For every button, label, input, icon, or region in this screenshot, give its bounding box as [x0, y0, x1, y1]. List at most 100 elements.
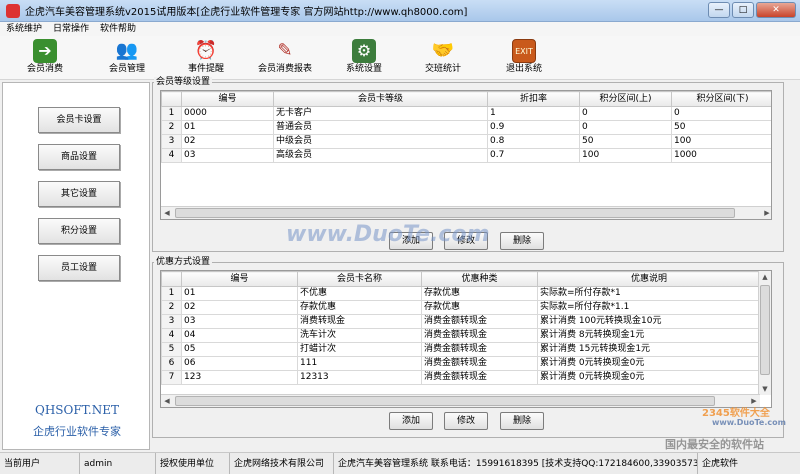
cell[interactable]: 03 [181, 148, 274, 163]
minimize-button[interactable]: — [708, 2, 730, 18]
scroll-down-icon[interactable]: ▼ [759, 383, 771, 395]
table-row[interactable]: 4 04 洗车计次 消费金额转现金 累计消费 8元转换现金1元 [161, 328, 761, 343]
table-row[interactable]: 6 06 111 消费金额转现金 累计消费 0元转换现金0元 [161, 356, 761, 371]
cell[interactable]: 存款优惠 [297, 300, 422, 315]
toolbar-exit[interactable]: EXIT 退出系统 [491, 39, 557, 79]
col-header[interactable]: 折扣率 [487, 91, 580, 107]
other-settings-button[interactable]: 其它设置 [38, 181, 120, 207]
toolbar-system-settings[interactable]: ⚙ 系统设置 [331, 39, 397, 79]
cell[interactable]: 02 [181, 134, 274, 149]
cell[interactable]: 01 [181, 286, 298, 301]
cell[interactable]: 实际款=所付存款*1.1 [537, 300, 761, 315]
cell[interactable]: 消费金额转现金 [421, 342, 538, 357]
cell[interactable]: 累计消费 15元转换现金1元 [537, 342, 761, 357]
toolbar-member-consume[interactable]: ➔ 会员消费 [12, 39, 78, 79]
scroll-up-icon[interactable]: ▲ [759, 271, 771, 283]
product-settings-button[interactable]: 商品设置 [38, 144, 120, 170]
close-button[interactable]: ✕ [756, 2, 796, 18]
toolbar-consume-report[interactable]: ✎ 会员消费报表 [252, 39, 318, 79]
toolbar-shift-stats[interactable]: 🤝 交班统计 [410, 39, 476, 79]
cell[interactable]: 存款优惠 [421, 300, 538, 315]
cell[interactable]: 12313 [297, 370, 422, 385]
cell[interactable]: 0.7 [487, 148, 580, 163]
cell[interactable]: 0 [579, 120, 672, 135]
cell[interactable]: 05 [181, 342, 298, 357]
discount-edit-button[interactable]: 修改 [444, 412, 488, 430]
col-header[interactable]: 会员卡名称 [297, 271, 422, 287]
cell[interactable]: 消费转现金 [297, 314, 422, 329]
table-row[interactable]: 7 123 12313 消费金额转现金 累计消费 0元转换现金0元 [161, 370, 761, 385]
col-header[interactable]: 优惠说明 [537, 271, 761, 287]
scroll-thumb[interactable] [175, 208, 735, 218]
cell[interactable]: 打蜡计次 [297, 342, 422, 357]
cell[interactable]: 0 [671, 106, 771, 121]
cell[interactable]: 存款优惠 [421, 286, 538, 301]
maximize-button[interactable]: □ [732, 2, 754, 18]
menu-help[interactable]: 软件帮助 [94, 22, 141, 36]
cell[interactable]: 0.9 [487, 120, 580, 135]
cell[interactable]: 高级会员 [273, 148, 488, 163]
toolbar-member-manage[interactable]: 👥 会员管理 [94, 39, 160, 79]
cell[interactable]: 消费金额转现金 [421, 370, 538, 385]
cell[interactable]: 111 [297, 356, 422, 371]
col-header[interactable]: 积分区间(上) [579, 91, 672, 107]
cell[interactable]: 100 [671, 134, 771, 149]
points-settings-button[interactable]: 积分设置 [38, 218, 120, 244]
col-header[interactable]: 优惠种类 [421, 271, 538, 287]
cell[interactable]: 洗车计次 [297, 328, 422, 343]
cell[interactable]: 06 [181, 356, 298, 371]
cell[interactable]: 01 [181, 120, 274, 135]
staff-settings-button[interactable]: 员工设置 [38, 255, 120, 281]
col-header[interactable]: 编号 [181, 91, 274, 107]
cell[interactable]: 04 [181, 328, 298, 343]
table-row[interactable]: 5 05 打蜡计次 消费金额转现金 累计消费 15元转换现金1元 [161, 342, 761, 357]
cell[interactable]: 中级会员 [273, 134, 488, 149]
cell[interactable]: 02 [181, 300, 298, 315]
col-header[interactable]: 编号 [181, 271, 298, 287]
table-row[interactable]: 1 0000 无卡客户 1 0 0 [161, 106, 771, 121]
col-header[interactable]: 积分区间(下) [671, 91, 771, 107]
discounts-grid[interactable]: 编号 会员卡名称 优惠种类 优惠说明 1 01 不优惠 存款优惠 实际款=所付存… [160, 270, 772, 408]
cell[interactable]: 0 [579, 106, 672, 121]
cell[interactable]: 累计消费 0元转换现金0元 [537, 356, 761, 371]
cell[interactable]: 消费金额转现金 [421, 328, 538, 343]
cell[interactable]: 100 [579, 148, 672, 163]
table-row[interactable]: 2 02 存款优惠 存款优惠 实际款=所付存款*1.1 [161, 300, 761, 315]
vertical-scrollbar[interactable]: ▲ ▼ [758, 271, 771, 395]
cell[interactable]: 累计消费 8元转换现金1元 [537, 328, 761, 343]
cell[interactable]: 消费金额转现金 [421, 314, 538, 329]
scroll-left-icon[interactable]: ◀ [161, 207, 173, 219]
scroll-right-icon[interactable]: ▶ [761, 207, 771, 219]
horizontal-scrollbar[interactable]: ◀ ▶ [161, 394, 760, 407]
table-row[interactable]: 4 03 高级会员 0.7 100 1000 [161, 148, 771, 163]
discount-delete-button[interactable]: 删除 [500, 412, 544, 430]
cell[interactable]: 1000 [671, 148, 771, 163]
cell[interactable]: 实际款=所付存款*1 [537, 286, 761, 301]
level-delete-button[interactable]: 删除 [500, 232, 544, 250]
menu-system[interactable]: 系统维护 [0, 22, 47, 36]
cell[interactable]: 50 [671, 120, 771, 135]
table-row[interactable]: 2 01 普通会员 0.9 0 50 [161, 120, 771, 135]
scroll-left-icon[interactable]: ◀ [161, 395, 173, 407]
table-row[interactable]: 3 03 消费转现金 消费金额转现金 累计消费 100元转换现金10元 [161, 314, 761, 329]
cell[interactable]: 50 [579, 134, 672, 149]
col-header[interactable]: 会员卡等级 [273, 91, 488, 107]
cell[interactable]: 普通会员 [273, 120, 488, 135]
cell[interactable]: 消费金额转现金 [421, 356, 538, 371]
cell[interactable]: 0000 [181, 106, 274, 121]
table-row[interactable]: 1 01 不优惠 存款优惠 实际款=所付存款*1 [161, 286, 761, 301]
scroll-thumb[interactable] [760, 285, 770, 375]
table-row[interactable]: 3 02 中级会员 0.8 50 100 [161, 134, 771, 149]
cell[interactable]: 累计消费 100元转换现金10元 [537, 314, 761, 329]
card-settings-button[interactable]: 会员卡设置 [38, 107, 120, 133]
scroll-thumb[interactable] [175, 396, 715, 406]
member-levels-grid[interactable]: 编号 会员卡等级 折扣率 积分区间(上) 积分区间(下) 1 0000 无卡客户… [160, 90, 772, 220]
discount-add-button[interactable]: 添加 [389, 412, 433, 430]
cell[interactable]: 0.8 [487, 134, 580, 149]
menu-daily[interactable]: 日常操作 [47, 22, 94, 36]
horizontal-scrollbar[interactable]: ◀ ▶ [161, 206, 771, 219]
cell[interactable]: 03 [181, 314, 298, 329]
cell[interactable]: 无卡客户 [273, 106, 488, 121]
toolbar-event-reminder[interactable]: ⏰ 事件提醒 [173, 39, 239, 79]
cell[interactable]: 123 [181, 370, 298, 385]
